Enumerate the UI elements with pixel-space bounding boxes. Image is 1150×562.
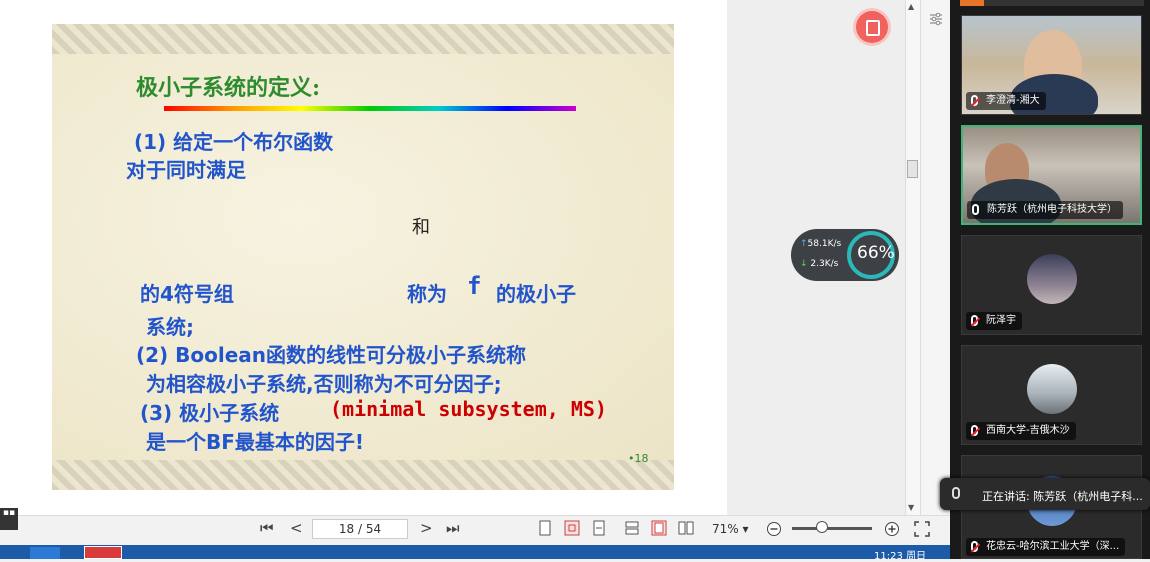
participant-name-tag: 陈芳跃（杭州电子科技大学） — [967, 201, 1123, 219]
net-upload: ↑58.1K/s — [800, 239, 842, 249]
fit-page-icon[interactable] — [564, 520, 580, 536]
mic-muted-icon — [971, 95, 978, 106]
slide-line-2: 对于同时满足 — [126, 158, 246, 182]
next-page-icon[interactable]: > — [420, 519, 433, 537]
participant-tile-active[interactable]: 陈芳跃（杭州电子科技大学） — [961, 125, 1142, 225]
slide-line-3: 的4符号组 — [140, 282, 234, 306]
zoom-slider-handle[interactable] — [816, 521, 828, 533]
speaking-text: 正在讲话: 陈芳跃（杭州电子科... — [982, 490, 1143, 503]
scrollbar-thumb[interactable] — [907, 160, 918, 178]
screen-record-icon[interactable] — [856, 11, 888, 43]
mic-muted-icon — [971, 541, 978, 552]
slide-line-7a: (3) 极小子系统 — [140, 401, 280, 425]
participant-tile[interactable]: 李澄清-湘大 — [961, 15, 1142, 115]
slide-border-bottom — [52, 460, 674, 490]
slide-line-6: 为相容极小子系统,否则称为不可分因子; — [146, 372, 502, 396]
slide-page: 极小子系统的定义: (1) 给定一个布尔函数 对于同时满足 和 的4符号组 称为… — [52, 24, 674, 490]
taskbar-clock: 11:23 周日 — [874, 551, 926, 562]
two-page-icon[interactable] — [678, 520, 694, 536]
participant-name-tag: 西南大学-吉俄木沙 — [966, 422, 1076, 440]
participant-name-tag: 李澄清-湘大 — [966, 92, 1046, 110]
sliders-icon[interactable] — [929, 12, 943, 26]
left-panel-toggle[interactable]: ▪▪ — [0, 508, 18, 530]
panel-header-strip — [960, 0, 1144, 6]
slide-line-8: 是一个BF最基本的因子! — [146, 430, 365, 454]
os-taskbar — [0, 545, 950, 559]
single-page-icon[interactable] — [537, 520, 553, 536]
last-page-icon[interactable]: ⏭ — [446, 519, 460, 537]
slide-line-4: 系统; — [146, 315, 194, 339]
slide-line-7b: (minimal subsystem, MS) — [330, 397, 607, 421]
participant-tile[interactable]: 西南大学-吉俄木沙 — [961, 345, 1142, 445]
net-download: ↓ 2.3K/s — [800, 259, 839, 269]
slide-title: 极小子系统的定义: — [136, 75, 321, 101]
rainbow-divider — [164, 106, 576, 111]
first-page-icon[interactable]: ⏮ — [260, 519, 274, 537]
participant-name-tag: 阮泽宇 — [966, 312, 1022, 330]
mic-muted-icon — [971, 315, 978, 326]
cpu-usage-percent: 66% — [857, 243, 895, 263]
participant-avatar — [1027, 364, 1077, 414]
slide-line-3b: 称为 — [407, 282, 447, 306]
zoom-out-icon[interactable] — [766, 521, 782, 537]
fit-width-icon[interactable] — [591, 520, 607, 536]
slide-line-3c: 的极小子 — [496, 282, 576, 306]
slide-page-number: •18 — [628, 452, 649, 465]
fullscreen-icon[interactable] — [914, 521, 930, 537]
mic-on-icon — [972, 204, 979, 215]
scroll-down-icon[interactable]: ▼ — [908, 503, 914, 512]
taskbar-pdf-icon[interactable] — [84, 546, 122, 559]
vertical-scrollbar[interactable] — [905, 0, 920, 515]
page-view-icon[interactable] — [651, 520, 667, 536]
slide-f-letter: f — [467, 272, 482, 300]
participant-avatar — [1027, 254, 1077, 304]
prev-page-icon[interactable]: < — [290, 519, 303, 537]
zoom-level[interactable]: 71% ▾ — [712, 522, 749, 536]
slide-border-top — [52, 24, 674, 54]
slide-line-1: (1) 给定一个布尔函数 — [134, 130, 334, 154]
zoom-in-icon[interactable] — [884, 521, 900, 537]
continuous-scroll-icon[interactable] — [624, 520, 640, 536]
side-settings-bar — [920, 0, 952, 515]
reader-toolbar — [0, 515, 950, 545]
speaking-mic-icon — [952, 487, 960, 499]
page-number-input[interactable]: 18 / 54 — [312, 519, 408, 539]
taskbar-app-icon[interactable] — [30, 547, 60, 559]
scroll-up-icon[interactable]: ▲ — [908, 2, 914, 11]
slide-and-word: 和 — [412, 217, 430, 238]
participant-tile[interactable]: 阮泽宇 — [961, 235, 1142, 335]
participant-name-tag: 花忠云-哈尔滨工业大学（深... — [966, 538, 1126, 556]
zoom-slider[interactable] — [792, 527, 872, 530]
mic-muted-icon — [971, 425, 978, 436]
slide-line-5: (2) Boolean函数的线性可分极小子系统称 — [136, 343, 527, 367]
